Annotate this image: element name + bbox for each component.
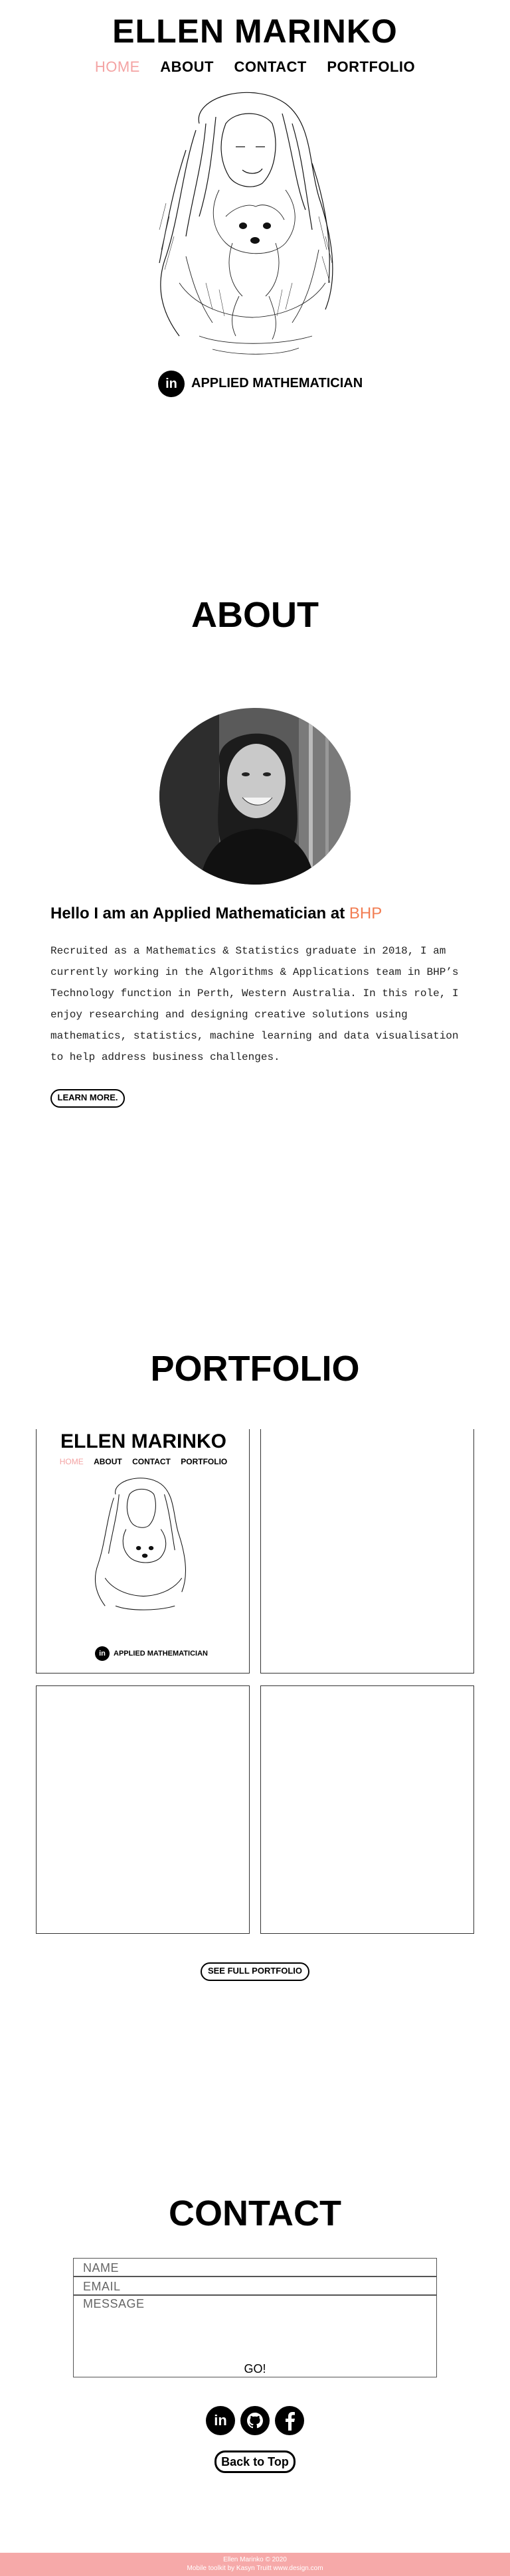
portfolio-card-4[interactable] (260, 1685, 474, 1934)
preview-linkedin-glyph: in (99, 1650, 106, 1658)
footer-copyright: Ellen Marinko © 2020 (223, 2556, 287, 2563)
tagline: APPLIED MATHEMATICIAN (191, 376, 363, 390)
portfolio-heading: PORTFOLIO (150, 1349, 360, 1389)
about-paragraph: Recruited as a Mathematics & Statistics … (50, 945, 459, 1063)
hello-text: Hello I am an Applied Mathematician at (50, 904, 349, 922)
preview-sketch-illustration (94, 1478, 186, 1610)
preview-nav-about: ABOUT (94, 1457, 122, 1466)
preview-nav-contact: CONTACT (132, 1457, 171, 1466)
preview-site-title: ELLEN MARINKO (60, 1430, 226, 1452)
portfolio-card-1[interactable]: ELLEN MARINKO HOME ABOUT CONTACT PORTFOL… (36, 1429, 250, 1674)
nav-contact[interactable]: CONTACT (234, 58, 306, 76)
contact-heading: CONTACT (169, 2193, 341, 2233)
main-nav: HOME ABOUT CONTACT PORTFOLIO (0, 58, 510, 76)
nav-about[interactable]: ABOUT (160, 58, 214, 76)
learn-more-button[interactable]: LEARN MORE. (50, 1089, 125, 1108)
portfolio-card-3[interactable] (36, 1685, 250, 1934)
preview-linkedin-icon: in (95, 1646, 110, 1661)
site-title: ELLEN MARINKO (112, 13, 398, 50)
linkedin-glyph: in (165, 376, 177, 391)
facebook-glyph (286, 2412, 295, 2431)
about-hello-heading: Hello I am an Applied Mathematician at B… (50, 904, 382, 923)
see-full-portfolio-button[interactable]: SEE FULL PORTFOLIO (201, 1962, 309, 1981)
profile-photo (159, 708, 351, 885)
footer-credit: Mobile toolkit by Kasyn Truitt www.desig… (187, 2565, 323, 2572)
submit-button[interactable]: GO! (73, 2360, 437, 2377)
about-heading: ABOUT (191, 595, 319, 635)
contact-linkedin-glyph: in (214, 2412, 227, 2429)
hero-sketch-illustration (159, 92, 333, 355)
bhp-link[interactable]: BHP (349, 904, 382, 922)
nav-home[interactable]: HOME (95, 58, 140, 76)
email-field[interactable]: EMAIL (73, 2276, 437, 2295)
preview-nav-portfolio: PORTFOLIO (181, 1457, 228, 1466)
name-field[interactable]: NAME (73, 2258, 437, 2276)
linkedin-icon[interactable]: in (158, 371, 185, 397)
github-icon[interactable] (240, 2406, 270, 2435)
footer: Ellen Marinko © 2020 Mobile toolkit by K… (0, 2553, 510, 2576)
nav-portfolio[interactable]: PORTFOLIO (327, 58, 415, 76)
github-glyph (247, 2413, 263, 2429)
facebook-icon[interactable] (275, 2406, 304, 2435)
back-to-top-button[interactable]: Back to Top (214, 2450, 296, 2473)
preview-nav-home: HOME (59, 1457, 84, 1466)
preview-nav: HOME ABOUT CONTACT PORTFOLIO (37, 1457, 250, 1466)
preview-tagline: APPLIED MATHEMATICIAN (114, 1650, 208, 1658)
portfolio-card-2[interactable] (260, 1429, 474, 1674)
linkedin-icon[interactable]: in (206, 2406, 235, 2435)
